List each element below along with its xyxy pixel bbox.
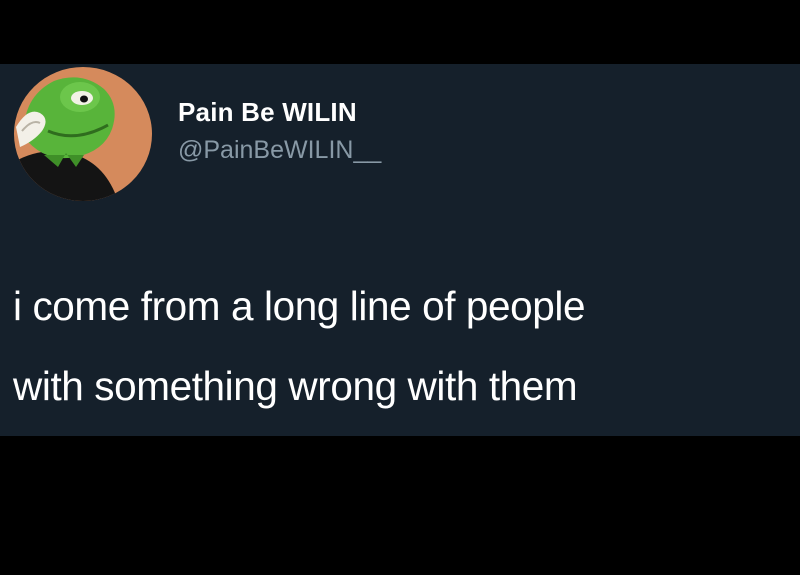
tweet-header: Pain Be WILIN @PainBeWILIN__ — [14, 66, 381, 202]
kermit-frog-avatar-icon[interactable] — [14, 67, 152, 201]
tweet-text-line: with something wrong with them — [13, 363, 578, 409]
user-info: Pain Be WILIN @PainBeWILIN__ — [178, 95, 381, 167]
tweet-text: i come from a long line of people with s… — [13, 266, 800, 426]
tweet-card: Pain Be WILIN @PainBeWILIN__ i come from… — [0, 64, 800, 436]
user-handle[interactable]: @PainBeWILIN__ — [178, 133, 381, 167]
display-name[interactable]: Pain Be WILIN — [178, 95, 381, 129]
tweet-text-line: i come from a long line of people — [13, 283, 586, 329]
